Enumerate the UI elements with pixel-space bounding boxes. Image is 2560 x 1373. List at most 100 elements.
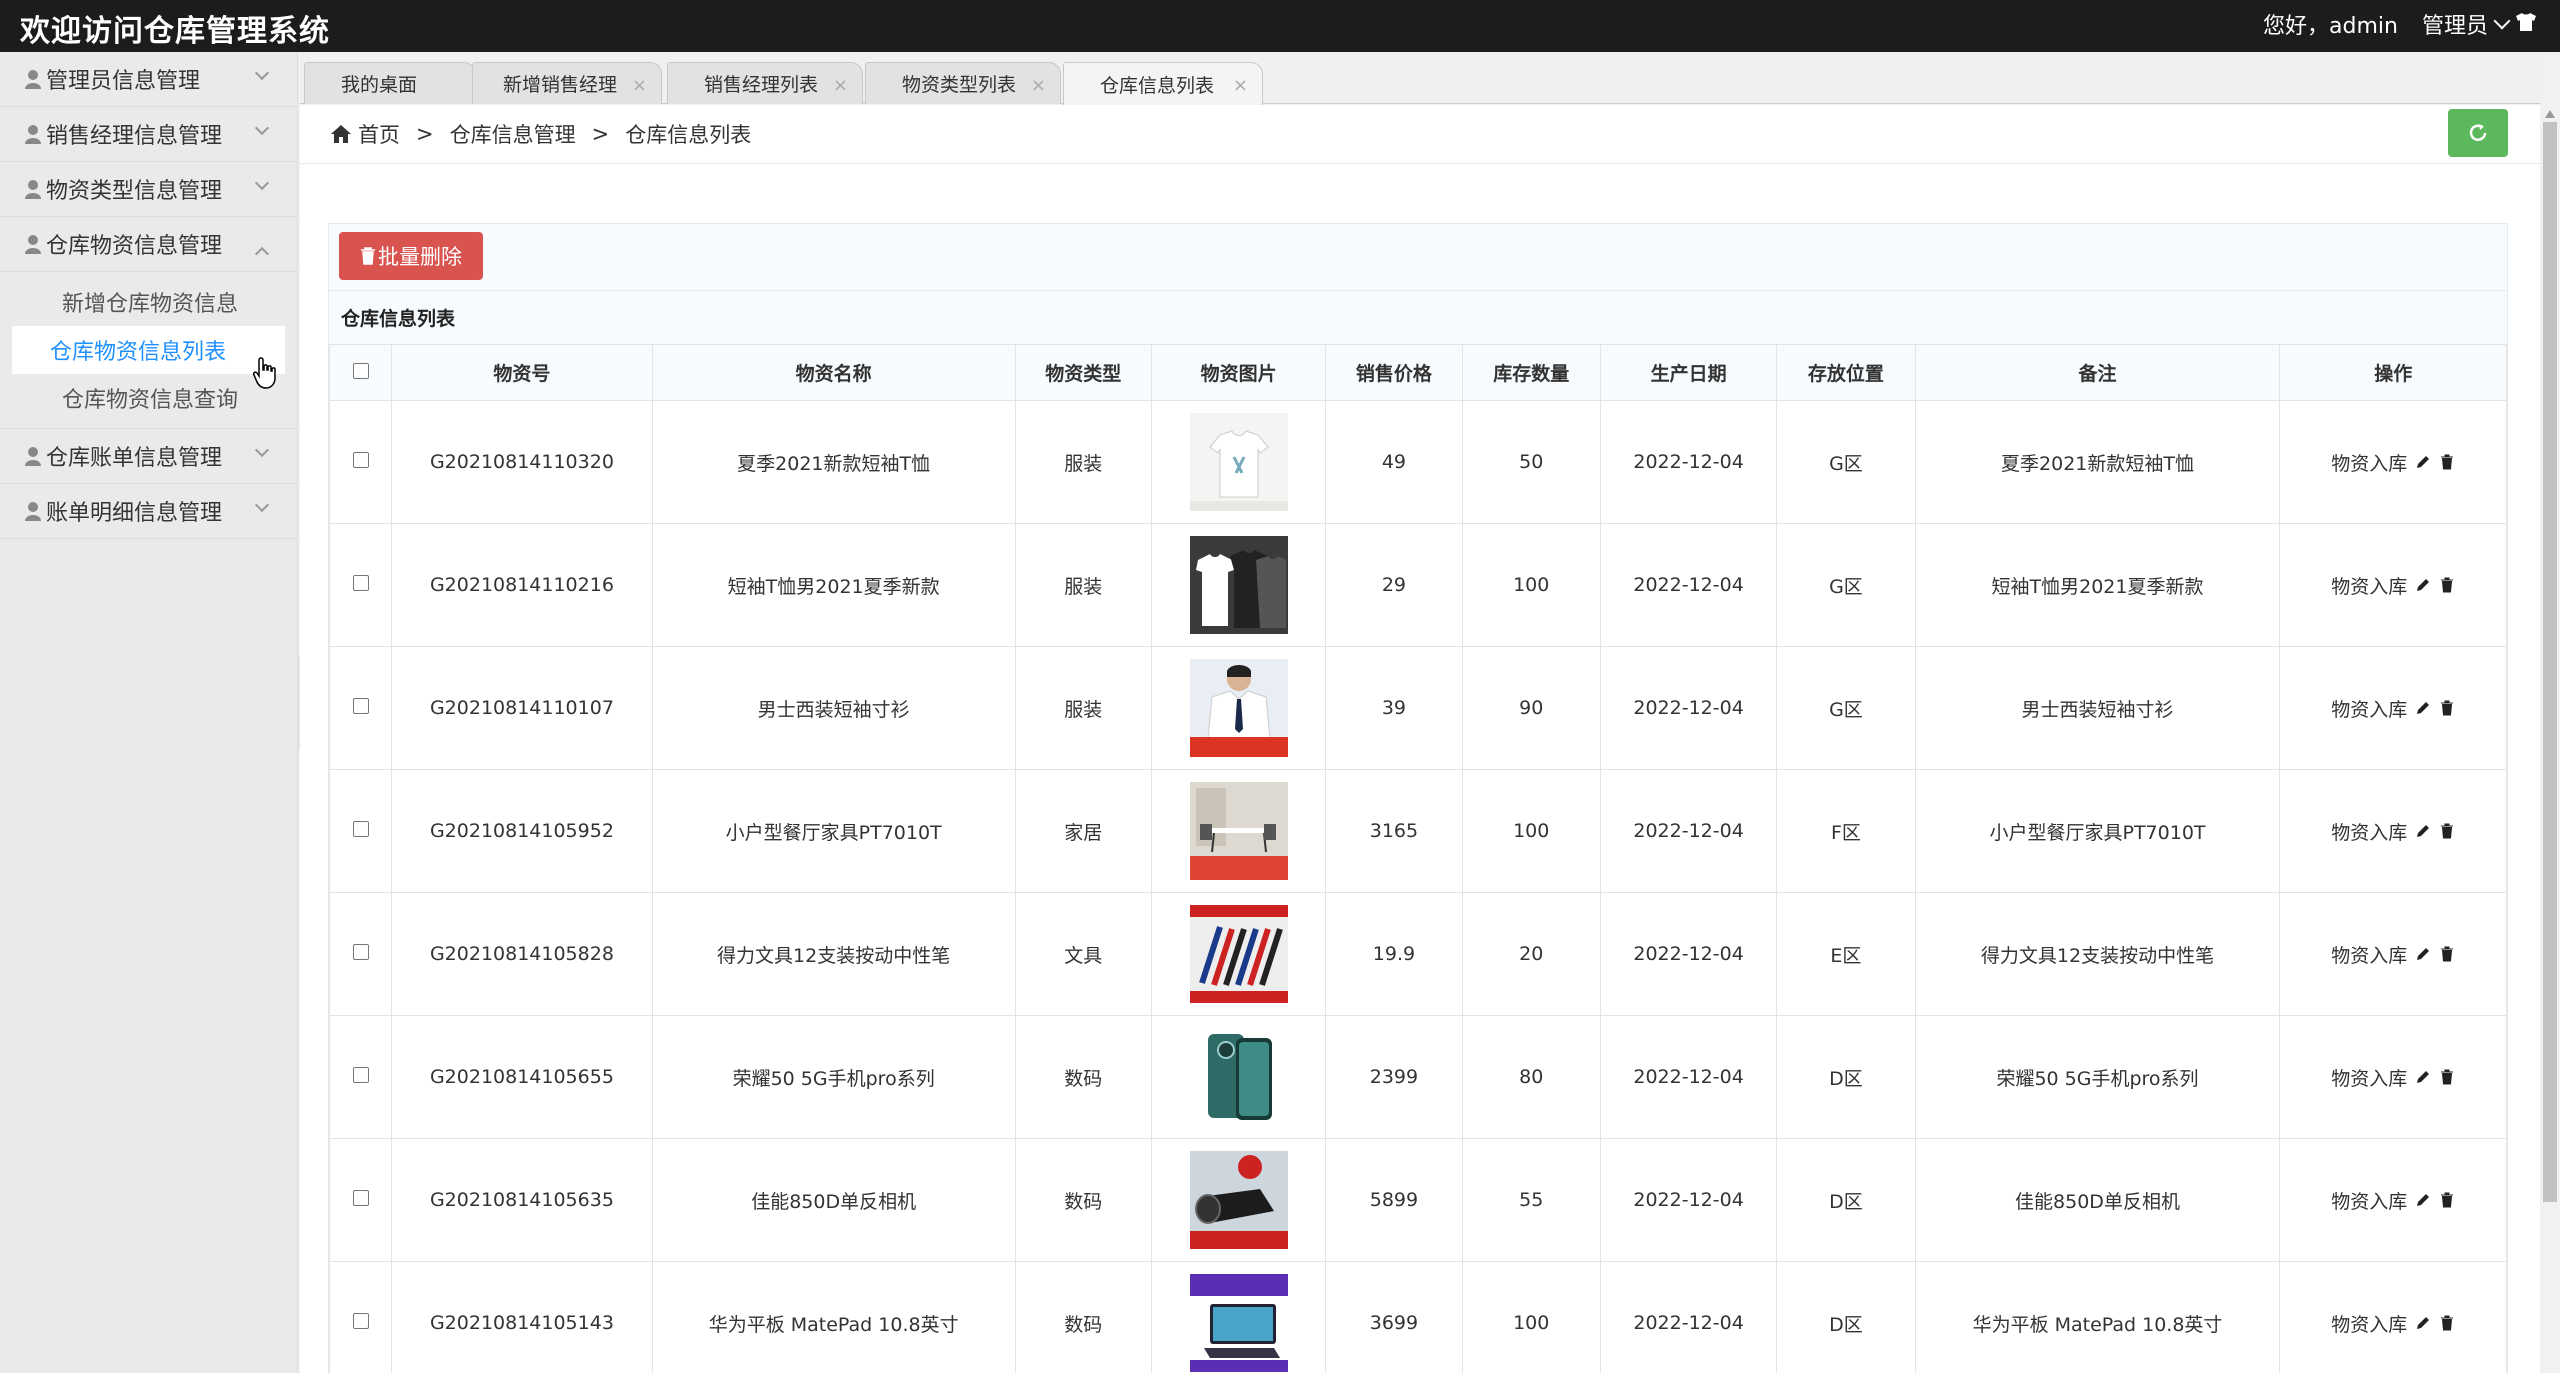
select-all-cell — [328, 344, 393, 401]
row-select-cell — [328, 769, 393, 893]
product-image-tablet[interactable] — [1189, 1274, 1288, 1372]
cell-note: 佳能850D单反相机 — [1914, 1138, 2281, 1262]
row-select-cell — [328, 400, 393, 524]
person-icon — [25, 125, 41, 144]
product-image-tshirts[interactable] — [1189, 536, 1288, 634]
sidebar-item-warehouse-bill[interactable]: 仓库账单信息管理 — [0, 429, 297, 484]
breadcrumb-level1[interactable]: 仓库信息管理 — [450, 119, 576, 149]
row-checkbox[interactable] — [352, 944, 369, 960]
cell-qty: 100 — [1461, 1261, 1601, 1373]
sidebar-subitem-query[interactable]: 仓库物资信息查询 — [12, 374, 285, 422]
edit-icon[interactable] — [2415, 700, 2431, 716]
cell-name: 荣耀50 5G手机pro系列 — [651, 1015, 1016, 1139]
product-image-pens[interactable] — [1189, 905, 1288, 1003]
trash-icon[interactable] — [2439, 454, 2455, 470]
product-image-tshirt[interactable] — [1189, 413, 1288, 511]
trash-icon[interactable] — [2439, 700, 2455, 716]
stock-in-link[interactable]: 物资入库 — [2331, 1064, 2407, 1091]
trash-icon[interactable] — [2439, 1192, 2455, 1208]
row-checkbox[interactable] — [352, 1067, 369, 1083]
cell-actions: 物资入库 — [2279, 400, 2507, 524]
trash-icon[interactable] — [2439, 1315, 2455, 1331]
stock-in-link[interactable]: 物资入库 — [2331, 572, 2407, 599]
top-header: 欢迎访问仓库管理系统 您好，admin 管理员 — [0, 0, 2560, 52]
cell-date: 2022-12-04 — [1599, 400, 1778, 524]
stock-in-link[interactable]: 物资入库 — [2331, 1310, 2407, 1337]
breadcrumb-divider — [300, 163, 2540, 164]
cell-date: 2022-12-04 — [1599, 523, 1778, 647]
sidebar-subitem-list[interactable]: 仓库物资信息列表 — [12, 326, 285, 374]
role-dropdown[interactable]: 管理员 — [2422, 8, 2511, 40]
tab-bar: 我的桌面 新增销售经理 × 销售经理列表 × 物资类型列表 × 仓库信息列表 × — [300, 62, 2540, 105]
row-checkbox[interactable] — [352, 452, 369, 468]
product-image-camera[interactable] — [1189, 1151, 1288, 1249]
row-checkbox[interactable] — [352, 575, 369, 591]
edit-icon[interactable] — [2415, 946, 2431, 962]
product-image-shirt[interactable] — [1189, 659, 1288, 757]
sidebar-subitem-add[interactable]: 新增仓库物资信息 — [12, 278, 285, 326]
row-checkbox[interactable] — [352, 821, 369, 837]
row-checkbox[interactable] — [352, 1313, 369, 1329]
scrollbar-thumb[interactable] — [2543, 122, 2557, 1202]
tab-material-type-list[interactable]: 物资类型列表 × — [865, 62, 1061, 104]
cell-qty: 100 — [1461, 523, 1601, 647]
select-all-checkbox[interactable] — [352, 362, 369, 379]
stock-in-link[interactable]: 物资入库 — [2331, 449, 2407, 476]
sidebar-item-sales-manager[interactable]: 销售经理信息管理 — [0, 107, 297, 162]
tab-sales-manager-list[interactable]: 销售经理列表 × — [667, 62, 863, 104]
edit-icon[interactable] — [2415, 577, 2431, 593]
tab-desktop[interactable]: 我的桌面 — [304, 62, 476, 104]
close-icon[interactable]: × — [1031, 75, 1046, 96]
cell-type: 数码 — [1014, 1015, 1152, 1139]
sidebar-item-material-type[interactable]: 物资类型信息管理 — [0, 162, 297, 217]
edit-icon[interactable] — [2415, 1192, 2431, 1208]
trash-icon[interactable] — [2439, 823, 2455, 839]
refresh-button[interactable] — [2448, 109, 2508, 157]
column-header: 存放位置 — [1776, 344, 1916, 401]
edit-icon[interactable] — [2415, 1069, 2431, 1085]
row-checkbox[interactable] — [352, 1190, 369, 1206]
batch-delete-button[interactable]: 批量删除 — [339, 232, 483, 280]
edit-icon[interactable] — [2415, 454, 2431, 470]
person-icon — [25, 235, 41, 254]
tshirt-icon[interactable] — [2514, 10, 2538, 34]
close-icon[interactable]: × — [1233, 75, 1248, 96]
stock-in-link[interactable]: 物资入库 — [2331, 941, 2407, 968]
row-checkbox[interactable] — [352, 698, 369, 714]
edit-icon[interactable] — [2415, 1315, 2431, 1331]
product-image-dining-set[interactable] — [1189, 782, 1288, 880]
cell-location: E区 — [1776, 892, 1916, 1016]
sidebar-item-warehouse-material[interactable]: 仓库物资信息管理 — [0, 217, 297, 272]
stock-in-link[interactable]: 物资入库 — [2331, 695, 2407, 722]
trash-icon[interactable] — [2439, 577, 2455, 593]
cell-image — [1150, 1138, 1327, 1262]
trash-icon[interactable] — [2439, 946, 2455, 962]
cell-id: G20210814105143 — [391, 1261, 653, 1373]
table-header-row: 物资号 物资名称 物资类型 物资图片 销售价格 库存数量 生产日期 存放位置 备… — [328, 344, 2507, 401]
cell-note: 夏季2021新款短袖T恤 — [1914, 400, 2281, 524]
product-image-phone[interactable] — [1189, 1028, 1288, 1126]
edit-icon[interactable] — [2415, 823, 2431, 839]
stock-in-link[interactable]: 物资入库 — [2331, 1187, 2407, 1214]
sidebar: 管理员信息管理 销售经理信息管理 物资类型信息管理 仓库物资信息管理 新增仓库物… — [0, 52, 298, 1373]
cell-id: G20210814110320 — [391, 400, 653, 524]
column-header: 物资类型 — [1014, 344, 1152, 401]
trash-icon[interactable] — [2439, 1069, 2455, 1085]
column-header: 物资名称 — [651, 344, 1016, 401]
tab-label: 物资类型列表 — [902, 74, 1017, 96]
cell-name: 短袖T恤男2021夏季新款 — [651, 523, 1016, 647]
stock-in-link[interactable]: 物资入库 — [2331, 818, 2407, 845]
row-select-cell — [328, 523, 393, 647]
page-scrollbar[interactable] — [2540, 52, 2560, 1373]
close-icon[interactable]: × — [632, 75, 647, 96]
tab-add-sales-manager[interactable]: 新增销售经理 × — [472, 62, 662, 104]
breadcrumb-home[interactable]: 首页 — [358, 119, 400, 149]
tab-warehouse-list[interactable]: 仓库信息列表 × — [1063, 62, 1263, 105]
scroll-up-arrow-icon[interactable] — [2545, 110, 2555, 118]
cell-name: 华为平板 MatePad 10.8英寸 — [651, 1261, 1016, 1373]
submenu-warehouse-material: 新增仓库物资信息 仓库物资信息列表 仓库物资信息查询 — [0, 272, 297, 429]
person-icon — [25, 70, 41, 89]
sidebar-item-bill-detail[interactable]: 账单明细信息管理 — [0, 484, 297, 539]
sidebar-item-admin[interactable]: 管理员信息管理 — [0, 52, 297, 107]
close-icon[interactable]: × — [833, 75, 848, 96]
